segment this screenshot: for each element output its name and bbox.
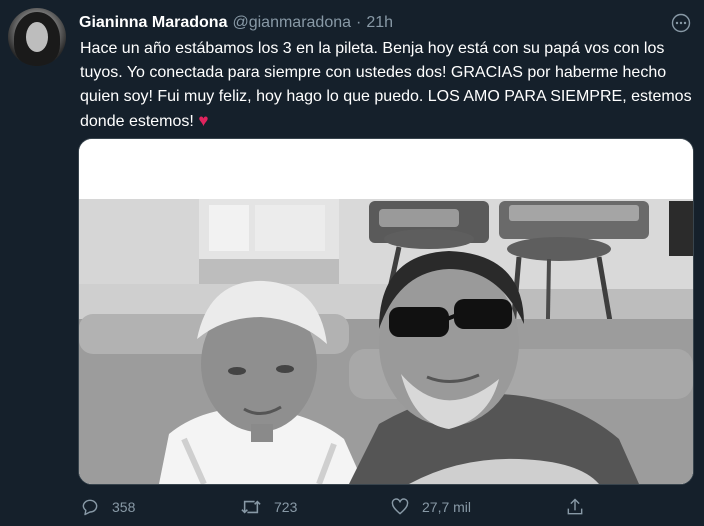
tweet-header: Gianinna Maradona @gianmaradona · 21h [79, 12, 393, 34]
like-count: 27,7 mil [422, 499, 472, 515]
like-icon [390, 497, 410, 517]
heart-emoji: ♥ [198, 111, 209, 130]
separator-dot: · [356, 14, 362, 31]
reply-button[interactable]: 358 [80, 492, 135, 522]
display-name[interactable]: Gianinna Maradona [79, 14, 227, 32]
share-icon [565, 497, 585, 517]
retweet-button[interactable]: 723 [240, 492, 297, 522]
share-button[interactable] [565, 492, 585, 522]
tweet-photo[interactable] [78, 138, 694, 485]
retweet-count: 723 [274, 499, 298, 515]
avatar-face [26, 22, 48, 52]
tweet-body: Hace un año estábamos los 3 en la pileta… [80, 40, 692, 130]
more-icon[interactable] [668, 10, 694, 36]
retweet-icon [240, 497, 262, 517]
user-handle[interactable]: @gianmaradona [232, 14, 351, 32]
tweet-actions: 358 723 27,7 mil [80, 492, 692, 522]
tweet-text: Hace un año estábamos los 3 en la pileta… [80, 37, 692, 134]
tweet-timestamp[interactable]: 21h [366, 14, 393, 32]
tweet-card[interactable]: Gianinna Maradona @gianmaradona · 21h Ha… [0, 0, 704, 526]
reply-icon [80, 497, 100, 517]
reply-count: 358 [112, 499, 136, 515]
like-button[interactable]: 27,7 mil [390, 492, 471, 522]
avatar[interactable] [8, 8, 66, 66]
